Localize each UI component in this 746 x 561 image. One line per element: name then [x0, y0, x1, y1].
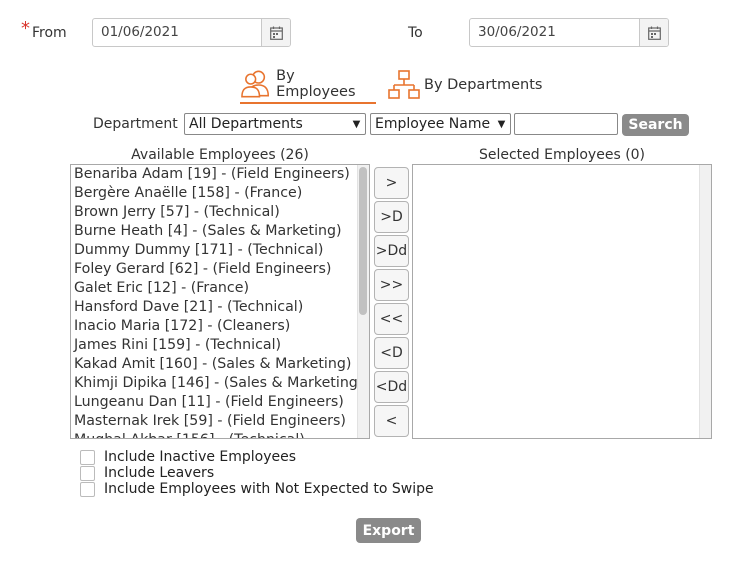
tab-label: By Employees: [276, 68, 356, 100]
include-inactive-label: Include Inactive Employees: [104, 449, 297, 465]
include-inactive-checkbox[interactable]: [80, 449, 95, 465]
users-icon: [241, 70, 270, 98]
scrollbar[interactable]: [699, 165, 711, 438]
list-item[interactable]: Benariba Adam [19] - (Field Engineers): [71, 165, 369, 184]
scrollbar[interactable]: [357, 165, 369, 438]
org-chart-icon: [388, 70, 420, 99]
move-department-deep-left-button[interactable]: <Dd: [374, 371, 409, 403]
list-item[interactable]: Khimji Dipika [146] - (Sales & Marketing…: [71, 374, 369, 393]
selected-employees-list[interactable]: [412, 164, 712, 439]
calendar-icon[interactable]: [261, 19, 290, 46]
list-item[interactable]: Lungeanu Dan [11] - (Field Engineers): [71, 393, 369, 412]
to-date-field[interactable]: 30/06/2021: [469, 18, 669, 47]
sort-by-select[interactable]: Employee Name ▼: [370, 113, 511, 135]
sort-by-select-value: Employee Name: [375, 116, 491, 132]
to-label: To: [408, 25, 423, 41]
move-department-deep-right-button[interactable]: >Dd: [374, 235, 409, 267]
include-not-expected-to-swipe-checkbox[interactable]: [80, 481, 95, 497]
selected-employees-header: Selected Employees (0): [478, 147, 646, 163]
list-item[interactable]: Burne Heath [4] - (Sales & Marketing): [71, 222, 369, 241]
calendar-icon[interactable]: [639, 19, 668, 46]
include-inactive-option[interactable]: Include Inactive Employees: [80, 449, 296, 465]
list-item[interactable]: Kakad Amit [160] - (Sales & Marketing): [71, 355, 369, 374]
available-employees-header: Available Employees (26): [131, 147, 309, 163]
scrollbar-thumb[interactable]: [359, 167, 367, 315]
list-item[interactable]: Dummy Dummy [171] - (Technical): [71, 241, 369, 260]
list-item[interactable]: Bergère Anaëlle [158] - (France): [71, 184, 369, 203]
move-department-right-button[interactable]: >D: [374, 201, 409, 233]
from-label: From: [32, 25, 67, 41]
department-select-value: All Departments: [189, 116, 303, 132]
search-button[interactable]: Search: [622, 114, 689, 136]
search-input[interactable]: [514, 113, 618, 135]
department-label: Department: [93, 116, 178, 132]
move-right-button[interactable]: >: [374, 167, 409, 199]
tab-by-departments[interactable]: By Departments: [388, 66, 548, 104]
list-item[interactable]: Brown Jerry [57] - (Technical): [71, 203, 369, 222]
required-marker: *: [21, 18, 30, 39]
from-date-value[interactable]: 01/06/2021: [93, 19, 261, 46]
move-all-left-button[interactable]: <<: [374, 303, 409, 335]
department-select[interactable]: All Departments ▼: [184, 113, 366, 135]
list-item[interactable]: Inacio Maria [172] - (Cleaners): [71, 317, 369, 336]
move-left-button[interactable]: <: [374, 405, 409, 437]
include-leavers-option[interactable]: Include Leavers: [80, 465, 214, 481]
list-item[interactable]: Galet Eric [12] - (France): [71, 279, 369, 298]
include-leavers-checkbox[interactable]: [80, 465, 95, 481]
available-employees-list[interactable]: Benariba Adam [19] - (Field Engineers) B…: [70, 164, 370, 439]
tab-label: By Departments: [424, 77, 543, 93]
list-item[interactable]: Hansford Dave [21] - (Technical): [71, 298, 369, 317]
list-item[interactable]: Foley Gerard [62] - (Field Engineers): [71, 260, 369, 279]
list-item[interactable]: Masternak Irek [59] - (Field Engineers): [71, 412, 369, 431]
tab-by-employees[interactable]: By Employees: [240, 66, 376, 104]
export-button[interactable]: Export: [356, 518, 421, 543]
chevron-down-icon: ▼: [352, 118, 361, 130]
include-leavers-label: Include Leavers: [104, 465, 215, 481]
chevron-down-icon: ▼: [497, 118, 506, 130]
from-date-field[interactable]: 01/06/2021: [92, 18, 291, 47]
move-department-left-button[interactable]: <D: [374, 337, 409, 369]
include-not-expected-to-swipe-label: Include Employees with Not Expected to S…: [104, 481, 434, 497]
include-not-expected-to-swipe-option[interactable]: Include Employees with Not Expected to S…: [80, 481, 434, 497]
list-item[interactable]: Mughal Akbar [156] - (Technical): [71, 431, 369, 438]
move-all-right-button[interactable]: >>: [374, 269, 409, 301]
to-date-value[interactable]: 30/06/2021: [470, 19, 639, 46]
list-item[interactable]: James Rini [159] - (Technical): [71, 336, 369, 355]
